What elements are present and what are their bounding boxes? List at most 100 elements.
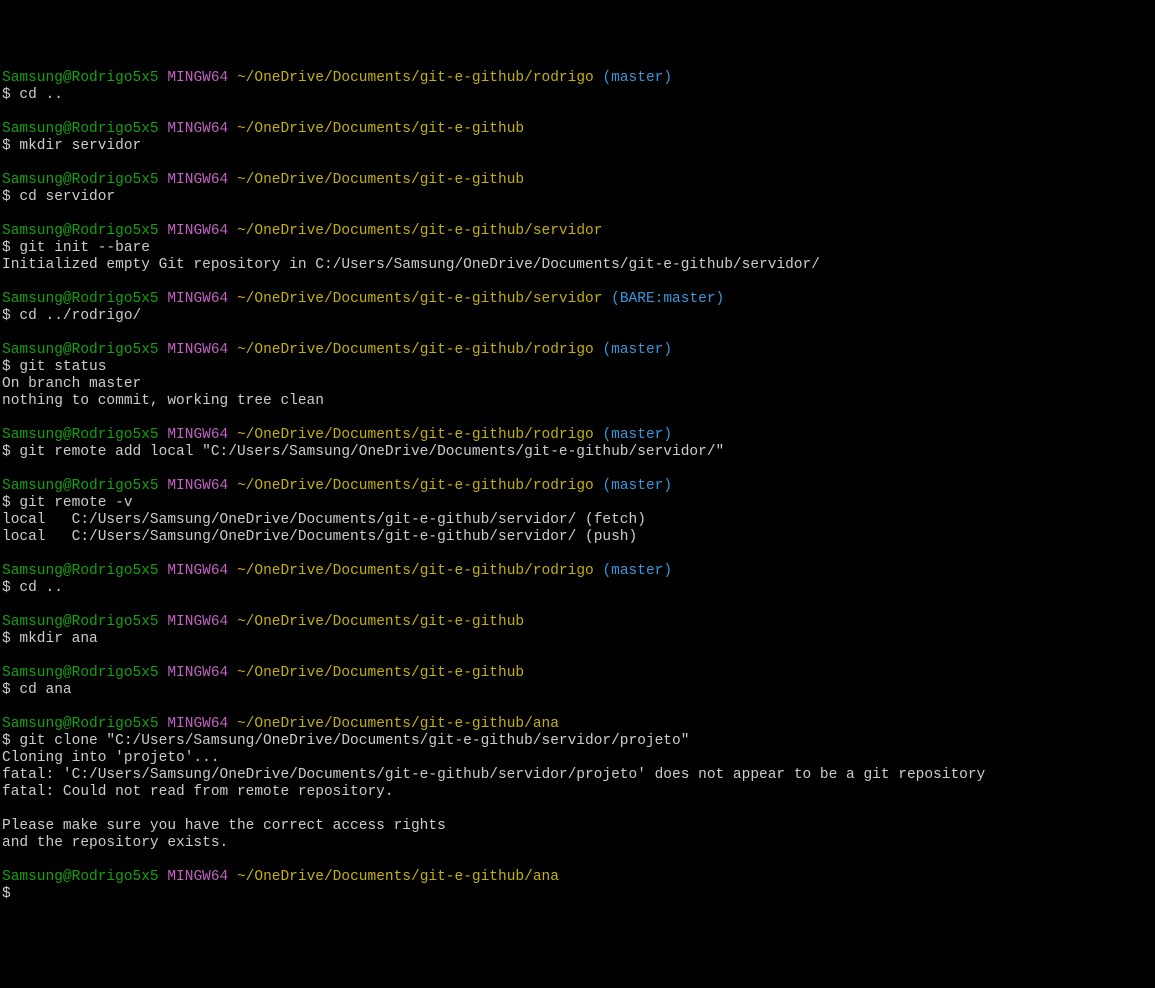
prompt-line: Samsung@Rodrigo5x5 MINGW64 ~/OneDrive/Do…: [2, 291, 1153, 308]
prompt-line: Samsung@Rodrigo5x5 MINGW64 ~/OneDrive/Do…: [2, 665, 1153, 682]
host: MINGW64: [167, 223, 228, 239]
output-line: local C:/Users/Samsung/OneDrive/Document…: [2, 512, 1153, 529]
user: Samsung@Rodrigo5x5: [2, 223, 159, 239]
output-line: and the repository exists.: [2, 835, 1153, 852]
user: Samsung@Rodrigo5x5: [2, 121, 159, 137]
prompt-symbol: $: [2, 87, 11, 103]
prompt-symbol: $: [2, 359, 11, 375]
user: Samsung@Rodrigo5x5: [2, 342, 159, 358]
prompt-symbol: $: [2, 495, 11, 511]
path: ~/OneDrive/Documents/git-e-github/rodrig…: [237, 342, 594, 358]
command-line: $ cd ..: [2, 87, 1153, 104]
prompt-line: Samsung@Rodrigo5x5 MINGW64 ~/OneDrive/Do…: [2, 563, 1153, 580]
path: ~/OneDrive/Documents/git-e-github/rodrig…: [237, 478, 594, 494]
command: cd ..: [19, 87, 63, 103]
prompt-line: Samsung@Rodrigo5x5 MINGW64 ~/OneDrive/Do…: [2, 869, 1153, 886]
host: MINGW64: [167, 665, 228, 681]
prompt-symbol: $: [2, 886, 11, 902]
prompt-line: Samsung@Rodrigo5x5 MINGW64 ~/OneDrive/Do…: [2, 223, 1153, 240]
output-line: On branch master: [2, 376, 1153, 393]
path: ~/OneDrive/Documents/git-e-github/servid…: [237, 291, 602, 307]
user: Samsung@Rodrigo5x5: [2, 172, 159, 188]
blank-line: [2, 699, 1153, 716]
command-line: $ git status: [2, 359, 1153, 376]
blank-line: [2, 104, 1153, 121]
user: Samsung@Rodrigo5x5: [2, 478, 159, 494]
command: git remote -v: [19, 495, 132, 511]
branch: (master): [602, 427, 672, 443]
user: Samsung@Rodrigo5x5: [2, 869, 159, 885]
branch: (master): [602, 342, 672, 358]
command-line: $ git remote add local "C:/Users/Samsung…: [2, 444, 1153, 461]
host: MINGW64: [167, 869, 228, 885]
command: git init --bare: [19, 240, 150, 256]
command: git clone "C:/Users/Samsung/OneDrive/Doc…: [19, 733, 689, 749]
command: cd ana: [19, 682, 71, 698]
blank-line: [2, 597, 1153, 614]
prompt-line: Samsung@Rodrigo5x5 MINGW64 ~/OneDrive/Do…: [2, 342, 1153, 359]
terminal-output: Samsung@Rodrigo5x5 MINGW64 ~/OneDrive/Do…: [2, 70, 1153, 903]
command-line: $ mkdir servidor: [2, 138, 1153, 155]
command: cd ..: [19, 580, 63, 596]
command: cd servidor: [19, 189, 115, 205]
command-input-line[interactable]: $: [2, 886, 1153, 903]
command-line: $ git init --bare: [2, 240, 1153, 257]
branch: (BARE:master): [611, 291, 724, 307]
host: MINGW64: [167, 614, 228, 630]
prompt-symbol: $: [2, 733, 11, 749]
prompt-symbol: $: [2, 189, 11, 205]
user: Samsung@Rodrigo5x5: [2, 614, 159, 630]
user: Samsung@Rodrigo5x5: [2, 716, 159, 732]
blank-line: [2, 274, 1153, 291]
path: ~/OneDrive/Documents/git-e-github/rodrig…: [237, 563, 594, 579]
path: ~/OneDrive/Documents/git-e-github/ana: [237, 869, 559, 885]
prompt-line: Samsung@Rodrigo5x5 MINGW64 ~/OneDrive/Do…: [2, 172, 1153, 189]
host: MINGW64: [167, 427, 228, 443]
path: ~/OneDrive/Documents/git-e-github/rodrig…: [237, 70, 594, 86]
prompt-line: Samsung@Rodrigo5x5 MINGW64 ~/OneDrive/Do…: [2, 478, 1153, 495]
command: mkdir ana: [19, 631, 97, 647]
host: MINGW64: [167, 291, 228, 307]
blank-line: [2, 648, 1153, 665]
prompt-symbol: $: [2, 444, 11, 460]
path: ~/OneDrive/Documents/git-e-github/servid…: [237, 223, 602, 239]
host: MINGW64: [167, 121, 228, 137]
output-line: local C:/Users/Samsung/OneDrive/Document…: [2, 529, 1153, 546]
blank-line: [2, 155, 1153, 172]
blank-line: [2, 852, 1153, 869]
prompt-symbol: $: [2, 240, 11, 256]
path: ~/OneDrive/Documents/git-e-github: [237, 665, 524, 681]
prompt-symbol: $: [2, 682, 11, 698]
command: git remote add local "C:/Users/Samsung/O…: [19, 444, 724, 460]
command-line: $ mkdir ana: [2, 631, 1153, 648]
path: ~/OneDrive/Documents/git-e-github: [237, 614, 524, 630]
output-line: Please make sure you have the correct ac…: [2, 818, 1153, 835]
path: ~/OneDrive/Documents/git-e-github/ana: [237, 716, 559, 732]
host: MINGW64: [167, 478, 228, 494]
prompt-line: Samsung@Rodrigo5x5 MINGW64 ~/OneDrive/Do…: [2, 716, 1153, 733]
blank-line: [2, 461, 1153, 478]
command-line: $ cd ana: [2, 682, 1153, 699]
branch: (master): [602, 70, 672, 86]
host: MINGW64: [167, 563, 228, 579]
prompt-line: Samsung@Rodrigo5x5 MINGW64 ~/OneDrive/Do…: [2, 121, 1153, 138]
branch: (master): [602, 478, 672, 494]
host: MINGW64: [167, 716, 228, 732]
prompt-symbol: $: [2, 308, 11, 324]
command-line: $ cd servidor: [2, 189, 1153, 206]
prompt-line: Samsung@Rodrigo5x5 MINGW64 ~/OneDrive/Do…: [2, 614, 1153, 631]
prompt-symbol: $: [2, 631, 11, 647]
command: mkdir servidor: [19, 138, 141, 154]
prompt-line: Samsung@Rodrigo5x5 MINGW64 ~/OneDrive/Do…: [2, 70, 1153, 87]
host: MINGW64: [167, 70, 228, 86]
output-line: fatal: 'C:/Users/Samsung/OneDrive/Docume…: [2, 767, 1153, 784]
command-line: $ git clone "C:/Users/Samsung/OneDrive/D…: [2, 733, 1153, 750]
blank-line: [2, 325, 1153, 342]
blank-line: [2, 546, 1153, 563]
output-line: Initialized empty Git repository in C:/U…: [2, 257, 1153, 274]
prompt-symbol: $: [2, 580, 11, 596]
blank-line: [2, 206, 1153, 223]
output-line: nothing to commit, working tree clean: [2, 393, 1153, 410]
user: Samsung@Rodrigo5x5: [2, 427, 159, 443]
branch: (master): [602, 563, 672, 579]
